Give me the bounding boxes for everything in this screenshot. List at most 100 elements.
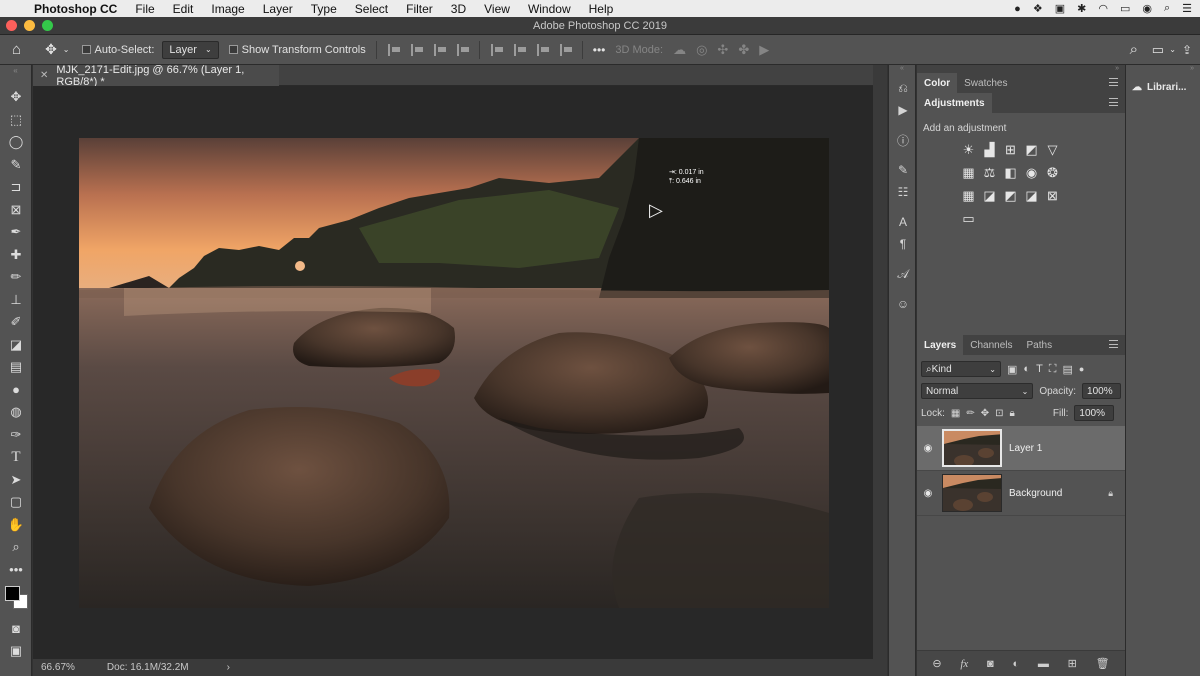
lock-pixels-icon[interactable]: ✏ (966, 408, 974, 419)
distribute-vertical-icon[interactable] (559, 43, 572, 56)
document-image[interactable]: ⇥: 0.017 in ⤒: 0.646 in ▷ (79, 138, 829, 608)
align-right-icon[interactable] (433, 43, 446, 56)
layer-row[interactable]: ◉ Background 🔒︎ (917, 471, 1125, 516)
zoom-tool-icon[interactable]: ⌕ (0, 536, 32, 559)
panel-menu-icon[interactable] (1109, 340, 1118, 348)
new-group-icon[interactable]: ▬ (1038, 658, 1049, 670)
properties-icon[interactable]: ☷ (889, 181, 917, 203)
share-icon[interactable]: ⇪ (1182, 43, 1192, 57)
quick-selection-tool-icon[interactable]: ✎ (0, 154, 32, 177)
levels-icon[interactable]: ▟ (979, 140, 1000, 160)
history-icon[interactable]: ⎌ (889, 77, 917, 99)
status-menu-arrow[interactable]: › (227, 662, 230, 673)
fx-icon[interactable]: fx (960, 658, 968, 670)
siri-icon[interactable]: ◉ (1142, 2, 1152, 15)
clone-stamp-tool-icon[interactable]: ⊥ (0, 289, 32, 312)
frame-tool-icon[interactable]: ⊠ (0, 199, 32, 222)
lasso-tool-icon[interactable]: ◯ (0, 131, 32, 154)
menu-window[interactable]: Window (519, 2, 580, 16)
vibrance-icon[interactable]: ▽ (1042, 140, 1063, 160)
eraser-tool-icon[interactable]: ◪ (0, 334, 32, 357)
path-selection-tool-icon[interactable]: ➤ (0, 469, 32, 492)
curves-icon[interactable]: ⊞ (1000, 140, 1021, 160)
panels-collapse-handle[interactable]: » (917, 65, 1125, 73)
libraries-collapse-handle[interactable]: » (1126, 65, 1200, 77)
marquee-tool-icon[interactable]: ⬚ (0, 109, 32, 132)
lock-all-icon[interactable]: 🔒︎ (1010, 408, 1015, 419)
type-tool-icon[interactable]: T (0, 446, 32, 469)
tab-layers[interactable]: Layers (917, 335, 964, 355)
align-middle-icon[interactable] (513, 43, 526, 56)
color-lookup-icon[interactable]: ▦ (958, 186, 979, 206)
menu-layer[interactable]: Layer (254, 2, 302, 16)
invert-icon[interactable]: ◪ (979, 186, 1000, 206)
shape-filter-icon[interactable]: ⛶ (1049, 363, 1057, 376)
3d-slide-icon[interactable]: ✤ (738, 42, 749, 58)
screen-record-icon[interactable]: ▣ (1055, 2, 1065, 15)
exposure-icon[interactable]: ◩ (1021, 140, 1042, 160)
lock-position-icon[interactable]: ✥ (981, 408, 989, 419)
posterize-icon[interactable]: ◩ (1000, 186, 1021, 206)
home-icon[interactable]: ⌂ (12, 41, 21, 58)
black-white-icon[interactable]: ◧ (1000, 163, 1021, 183)
shape-tool-icon[interactable]: ▢ (0, 491, 32, 514)
distribute-icon[interactable] (456, 43, 469, 56)
airplay-icon[interactable]: ▭ (1120, 2, 1130, 15)
gradient-map-icon[interactable]: ▭ (958, 209, 979, 229)
panel-menu-icon[interactable] (1109, 78, 1118, 86)
selective-color-icon[interactable]: ⊠ (1042, 186, 1063, 206)
menu-help[interactable]: Help (580, 2, 623, 16)
menu-app-name[interactable]: Photoshop CC (34, 2, 126, 16)
chevron-down-icon[interactable]: ⌄ (1169, 45, 1176, 54)
canvas-area[interactable]: ⇥: 0.017 in ⤒: 0.646 in ▷ (33, 86, 873, 659)
panel-menu-icon[interactable] (1109, 98, 1118, 106)
dropbox-icon[interactable]: ❖ (1033, 2, 1043, 15)
search-icon[interactable]: ⌕ (1130, 41, 1138, 58)
tab-channels[interactable]: Channels (963, 335, 1019, 355)
notification-center-icon[interactable]: ☰ (1182, 2, 1192, 15)
move-tool-icon[interactable]: ✥ (0, 86, 32, 109)
blur-tool-icon[interactable]: ● (0, 379, 32, 402)
align-top-icon[interactable] (490, 43, 503, 56)
lock-artboard-icon[interactable]: ⊡ (995, 408, 1003, 419)
menu-type[interactable]: Type (302, 2, 346, 16)
history-brush-tool-icon[interactable]: ✐ (0, 311, 32, 334)
photo-filter-icon[interactable]: ◉ (1021, 163, 1042, 183)
libraries-tab[interactable]: ☁ Librari... (1126, 77, 1200, 98)
close-tab-icon[interactable]: ✕ (40, 70, 48, 81)
menu-3d[interactable]: 3D (442, 2, 475, 16)
opacity-field[interactable]: 100% (1082, 383, 1121, 399)
healing-brush-tool-icon[interactable]: ✚ (0, 244, 32, 267)
3d-pan-icon[interactable]: ✣ (717, 42, 728, 58)
tab-swatches[interactable]: Swatches (957, 73, 1014, 93)
layer-name[interactable]: Background (1009, 488, 1062, 499)
brightness-contrast-icon[interactable]: ☀ (958, 140, 979, 160)
close-window-icon[interactable] (6, 20, 17, 31)
layer-name[interactable]: Layer 1 (1009, 443, 1042, 454)
character-icon[interactable]: A (889, 211, 917, 233)
add-mask-icon[interactable]: ◙ (987, 658, 994, 670)
actions-icon[interactable]: ▶ (889, 99, 917, 121)
show-transform-checkbox[interactable]: Show Transform Controls (228, 44, 366, 56)
3d-orbit-icon[interactable]: ☁ (673, 42, 686, 58)
info-icon[interactable]: ⓘ (889, 129, 917, 151)
chevron-down-icon[interactable]: ⌄ (63, 45, 70, 54)
canvas-vertical-scrollbar[interactable] (873, 65, 887, 659)
auto-select-dropdown[interactable]: Layer ⌄ (162, 40, 219, 59)
strip-collapse-handle[interactable]: « (889, 65, 915, 77)
gradient-tool-icon[interactable]: ▤ (0, 356, 32, 379)
threshold-icon[interactable]: ◪ (1021, 186, 1042, 206)
pixel-filter-icon[interactable]: ▣ (1007, 363, 1017, 376)
tab-paths[interactable]: Paths (1020, 335, 1060, 355)
more-options-button[interactable]: ••• (593, 43, 606, 57)
trash-icon[interactable]: 🗑︎ (1096, 657, 1110, 670)
menu-view[interactable]: View (475, 2, 519, 16)
zoom-level[interactable]: 66.67% (41, 662, 75, 673)
hand-tool-icon[interactable]: ✋ (0, 514, 32, 537)
menu-file[interactable]: File (126, 2, 163, 16)
3d-roll-icon[interactable]: ◎ (696, 42, 707, 58)
eyedropper-tool-icon[interactable]: ✒ (0, 221, 32, 244)
layer-kind-filter[interactable]: ⌕Kind ⌄ (921, 361, 1001, 377)
channel-mixer-icon[interactable]: ❂ (1042, 163, 1063, 183)
tab-adjustments[interactable]: Adjustments (917, 93, 992, 113)
